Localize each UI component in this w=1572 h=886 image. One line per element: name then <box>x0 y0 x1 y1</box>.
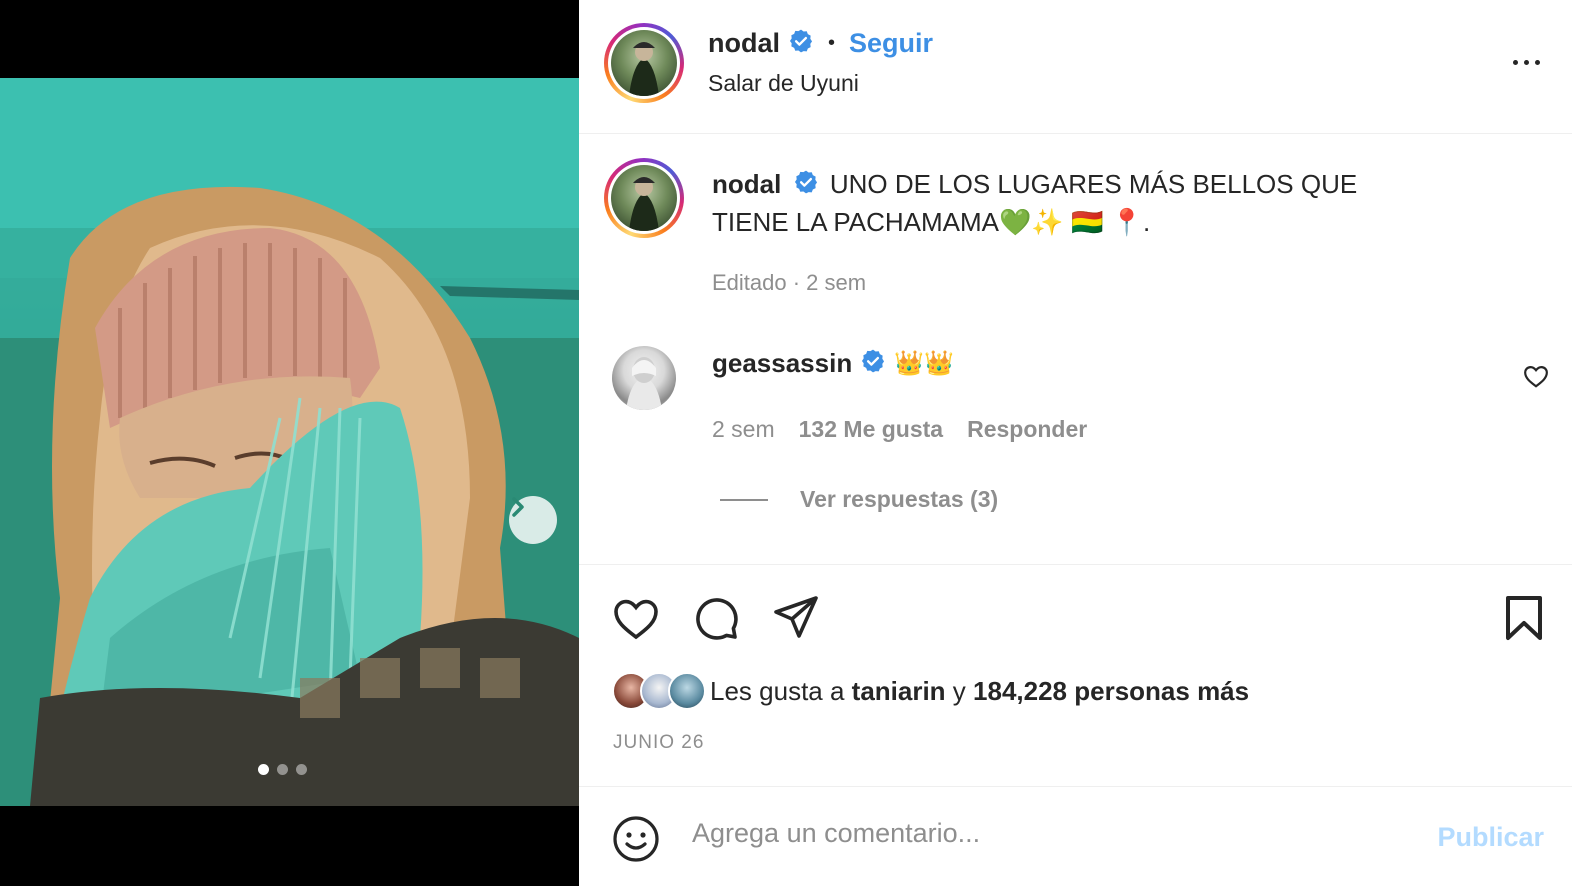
divider <box>579 786 1572 787</box>
post-photo[interactable] <box>0 78 579 806</box>
comment-icon[interactable] <box>692 594 740 647</box>
verified-badge-icon <box>860 348 886 379</box>
bookmark-icon[interactable] <box>1502 594 1546 647</box>
follow-button[interactable]: Seguir <box>849 28 933 59</box>
emoji-icon[interactable] <box>612 815 660 868</box>
comment-input[interactable] <box>692 818 1392 849</box>
comment-text: 👑👑 <box>894 350 954 377</box>
publish-button[interactable]: Publicar <box>1437 822 1544 853</box>
reply-button[interactable]: Responder <box>967 416 1087 443</box>
replies-line <box>720 499 768 501</box>
comment-like-heart-icon[interactable] <box>1523 364 1549 393</box>
avatar[interactable] <box>668 672 706 710</box>
heart-icon[interactable] <box>612 596 660 645</box>
carousel-dot <box>277 764 288 775</box>
caption-meta: Editado · 2 sem <box>712 270 867 295</box>
more-options-icon[interactable] <box>1513 60 1540 65</box>
carousel-dot <box>296 764 307 775</box>
post-panel: nodal • Seguir Salar de Uyuni nodal UNO … <box>579 0 1572 886</box>
carousel-indicator <box>258 764 307 775</box>
comment-time: 2 sem <box>712 416 775 442</box>
likes-count[interactable]: 184,228 personas más <box>973 676 1249 707</box>
first-liker-username[interactable]: taniarin <box>852 676 946 707</box>
post-caption: nodal UNO DE LOS LUGARES MÁS BELLOS QUE … <box>712 166 1412 240</box>
carousel-dot <box>258 764 269 775</box>
commenter-avatar[interactable] <box>612 346 676 410</box>
post-date[interactable]: JUNIO 26 <box>613 732 704 754</box>
author-avatar[interactable] <box>604 23 684 103</box>
divider <box>579 564 1572 565</box>
post-media <box>0 0 579 886</box>
share-icon[interactable] <box>772 594 820 645</box>
carousel-next-button[interactable] <box>509 496 557 544</box>
likes-prefix: Les gusta a <box>710 675 852 706</box>
caption-username[interactable]: nodal <box>712 169 781 199</box>
chevron-right-icon <box>512 497 524 517</box>
verified-badge-icon <box>793 168 819 204</box>
post-location[interactable]: Salar de Uyuni <box>708 70 859 97</box>
commenter-username[interactable]: geassassin <box>712 348 852 379</box>
comment-meta: 2 sem 132 Me gusta Responder <box>712 416 1087 443</box>
likes-connector: y <box>945 675 974 706</box>
view-replies-button[interactable]: Ver respuestas (3) <box>800 486 998 513</box>
likes-summary: Les gusta a taniarin y 184,228 personas … <box>612 672 1249 710</box>
post-header: nodal • Seguir <box>708 28 933 59</box>
liker-avatars <box>612 672 706 710</box>
verified-badge-icon <box>788 28 814 59</box>
comment-likes-count[interactable]: 132 Me gusta <box>799 416 943 443</box>
comment-item: geassassin 👑👑 <box>712 348 954 379</box>
caption-author-avatar[interactable] <box>604 158 684 238</box>
divider <box>579 133 1572 134</box>
header-separator: • <box>828 32 836 54</box>
author-username[interactable]: nodal <box>708 28 780 59</box>
